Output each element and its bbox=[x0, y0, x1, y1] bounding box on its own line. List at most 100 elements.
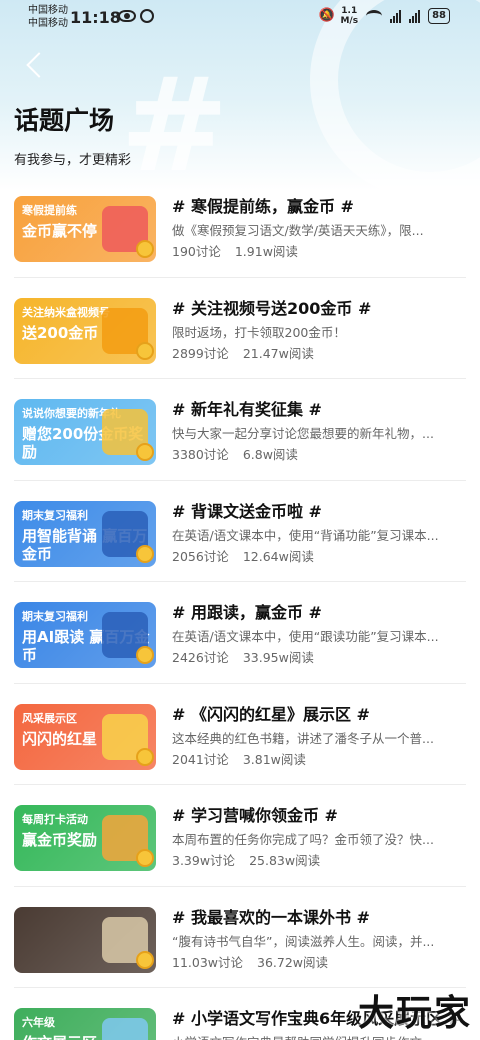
thumbnail-caption: 关注纳米盒视频号 bbox=[22, 305, 110, 319]
topic-item[interactable]: 寒假提前练 金币赢不停 # 寒假提前练，赢金币 # 做《寒假预复习语文/数学/英… bbox=[14, 176, 466, 278]
alarm-icon bbox=[140, 9, 154, 23]
topic-stats: 3.39w讨论 25.83w阅读 bbox=[172, 852, 468, 870]
read-count: 1.91w阅读 bbox=[234, 244, 298, 259]
topic-info: # 新年礼有奖征集 # 快与大家一起分享讨论您最想要的新年礼物，... 3380… bbox=[172, 399, 468, 464]
topic-title: # 《闪闪的红星》展示区 # bbox=[172, 704, 370, 724]
topic-stats: 11.03w讨论 36.72w阅读 bbox=[172, 954, 468, 972]
discussion-count: 2899讨论 bbox=[172, 345, 229, 361]
topic-description: 在英语/语文课本中，使用“跟读功能”复习课本... bbox=[172, 629, 439, 644]
read-count: 3.81w阅读 bbox=[242, 751, 306, 767]
coin-icon bbox=[136, 950, 154, 969]
thumbnail-headline: 金币赢不停 bbox=[22, 222, 98, 240]
topic-item[interactable]: # 我最喜欢的一本课外书 # “腹有诗书气自华”，阅读滋养人生。阅读，并... … bbox=[14, 887, 468, 988]
thumbnail-headline: 作文展示区 bbox=[22, 1034, 97, 1040]
thumbnail-caption: 寒假提前练 bbox=[22, 204, 77, 217]
topic-item[interactable]: 风采展示区 闪闪的红星 # 《闪闪的红星》展示区 # 这本经典的红色书籍，讲述了… bbox=[14, 684, 468, 785]
page-title: 话题广场 bbox=[14, 106, 115, 135]
topic-thumbnail bbox=[14, 906, 156, 973]
topic-thumbnail: 六年级 作文展示区 bbox=[14, 1008, 156, 1040]
network-speed: 1.1 M/s bbox=[340, 6, 359, 26]
coin-icon bbox=[136, 341, 154, 360]
discussion-count: 2426讨论 bbox=[172, 650, 229, 665]
read-count: 12.64w阅读 bbox=[242, 548, 314, 564]
coin-icon bbox=[136, 849, 154, 867]
coin-icon bbox=[136, 544, 154, 563]
topic-description: 这本经典的红色书籍，讲述了潘冬子从一个普... bbox=[172, 730, 434, 746]
coin-icon bbox=[136, 240, 154, 258]
topic-description: 做《寒假预复习语文/数学/英语天天练》，限... bbox=[172, 223, 424, 238]
topic-stats: 2056讨论 12.64w阅读 bbox=[172, 548, 468, 566]
topic-description: 快与大家一起分享讨论您最想要的新年礼物，... bbox=[172, 426, 434, 441]
topic-thumbnail: 说说你想要的新年礼 赠您200份金币奖励 bbox=[14, 399, 156, 465]
watermark: 大玩家 bbox=[357, 993, 472, 1034]
carrier-1: 中国移动 bbox=[28, 5, 68, 16]
topic-stats: 190讨论 1.91w阅读 bbox=[172, 243, 468, 261]
mute-icon: 🔕 bbox=[318, 8, 335, 23]
topic-item[interactable]: 说说你想要的新年礼 赠您200份金币奖励 # 新年礼有奖征集 # 快与大家一起分… bbox=[14, 379, 466, 481]
topic-description: 在英语/语文课本中，使用“背诵功能”复习课本... bbox=[172, 527, 439, 543]
coin-icon bbox=[136, 646, 154, 664]
topic-item[interactable]: 每周打卡活动 赢金币奖励 # 学习营喊你领金币 # 本周布置的任务你完成了吗？金… bbox=[14, 785, 466, 887]
carrier-2: 中国移动 bbox=[28, 18, 68, 29]
back-button[interactable] bbox=[20, 48, 60, 88]
signal-icon bbox=[390, 9, 402, 23]
read-count: 25.83w阅读 bbox=[249, 853, 321, 868]
carrier-labels: 中国移动 中国移动 bbox=[28, 4, 68, 30]
topic-thumbnail: 期末复习福利 用AI跟读 赢百万金币 bbox=[14, 602, 156, 668]
topic-description: “腹有诗书气自华”，阅读滋养人生。阅读，并... bbox=[172, 933, 435, 949]
topic-thumbnail: 关注纳米盒视频号 送200金币 bbox=[14, 297, 156, 364]
topic-thumbnail: 风采展示区 闪闪的红星 bbox=[14, 703, 156, 770]
thumbnail-caption: 每周打卡活动 bbox=[22, 813, 88, 826]
thumbnail-caption: 期末复习福利 bbox=[22, 508, 88, 522]
coin-icon bbox=[136, 443, 154, 461]
discussion-count: 11.03w讨论 bbox=[172, 954, 244, 970]
topic-thumbnail: 每周打卡活动 赢金币奖励 bbox=[14, 805, 156, 871]
topic-info: # 背课文送金币啦 # 在英语/语文课本中，使用“背诵功能”复习课本... 20… bbox=[172, 501, 468, 566]
topic-title: # 学习营喊你领金币 # bbox=[172, 806, 338, 825]
status-bar: 中国移动 中国移动 11:18 🔕 1.1 M/s 88 bbox=[0, 0, 480, 36]
read-count: 21.47w阅读 bbox=[242, 345, 314, 361]
topic-title: # 关注视频号送200金币 # bbox=[172, 298, 372, 318]
thumbnail-caption: 期末复习福利 bbox=[22, 610, 88, 623]
read-count: 33.95w阅读 bbox=[242, 650, 314, 665]
hash-decoration-icon: # bbox=[120, 49, 229, 190]
eye-icon bbox=[118, 10, 136, 22]
thumbnail-headline: 赢金币奖励 bbox=[22, 831, 98, 849]
discussion-count: 3380讨论 bbox=[172, 447, 229, 462]
topic-stats: 2041讨论 3.81w阅读 bbox=[172, 751, 468, 769]
status-icons: 🔕 1.1 M/s 88 bbox=[318, 6, 450, 26]
clock: 11:18 bbox=[70, 8, 121, 27]
signal-icon-2 bbox=[409, 9, 421, 23]
topic-title: # 我最喜欢的一本课外书 # bbox=[172, 907, 370, 927]
battery-indicator: 88 bbox=[428, 8, 450, 24]
wifi-icon bbox=[366, 10, 383, 22]
topic-stats: 3380讨论 6.8w阅读 bbox=[172, 446, 468, 464]
discussion-count: 2056讨论 bbox=[172, 548, 229, 564]
topic-description: 限时返场，打卡领取200金币！ bbox=[172, 324, 346, 340]
topic-description: 本周布置的任务你完成了吗？金币领了没？快... bbox=[172, 832, 434, 847]
topic-info: # 学习营喊你领金币 # 本周布置的任务你完成了吗？金币领了没？快... 3.3… bbox=[172, 805, 468, 870]
topic-item[interactable]: 期末复习福利 用智能背诵 赢百万金币 # 背课文送金币啦 # 在英语/语文课本中… bbox=[14, 481, 468, 582]
topic-item[interactable]: 关注纳米盒视频号 送200金币 # 关注视频号送200金币 # 限时返场，打卡领… bbox=[14, 278, 468, 379]
topic-item[interactable]: 期末复习福利 用AI跟读 赢百万金币 # 用跟读，赢金币 # 在英语/语文课本中… bbox=[14, 582, 466, 684]
topic-stats: 2426讨论 33.95w阅读 bbox=[172, 649, 468, 667]
coin-icon bbox=[136, 747, 154, 766]
thumbnail-caption: 风采展示区 bbox=[22, 711, 77, 725]
thumbnail-graphic bbox=[102, 1018, 148, 1040]
page-subtitle: 有我参与，才更精彩 bbox=[14, 153, 132, 168]
topic-info: # 《闪闪的红星》展示区 # 这本经典的红色书籍，讲述了潘冬子从一个普... 2… bbox=[172, 704, 468, 769]
thumbnail-headline: 送200金币 bbox=[22, 323, 99, 342]
topic-list: 寒假提前练 金币赢不停 # 寒假提前练，赢金币 # 做《寒假预复习语文/数学/英… bbox=[0, 176, 480, 1040]
discussion-count: 190讨论 bbox=[172, 244, 221, 259]
discussion-count: 3.39w讨论 bbox=[172, 853, 236, 868]
thumbnail-headline: 闪闪的红星 bbox=[22, 729, 98, 748]
topic-info: # 关注视频号送200金币 # 限时返场，打卡领取200金币！ 2899讨论 21… bbox=[172, 298, 468, 363]
topic-thumbnail: 寒假提前练 金币赢不停 bbox=[14, 196, 156, 262]
topic-title: # 寒假提前练，赢金币 # bbox=[172, 197, 354, 216]
topic-stats: 2899讨论 21.47w阅读 bbox=[172, 345, 468, 363]
topic-title: # 新年礼有奖征集 # bbox=[172, 400, 322, 419]
topic-info: # 寒假提前练，赢金币 # 做《寒假预复习语文/数学/英语天天练》，限... 1… bbox=[172, 196, 468, 261]
read-count: 36.72w阅读 bbox=[257, 954, 329, 970]
topic-title: # 背课文送金币啦 # bbox=[172, 501, 322, 521]
topic-info: # 用跟读，赢金币 # 在英语/语文课本中，使用“跟读功能”复习课本... 24… bbox=[172, 602, 468, 667]
